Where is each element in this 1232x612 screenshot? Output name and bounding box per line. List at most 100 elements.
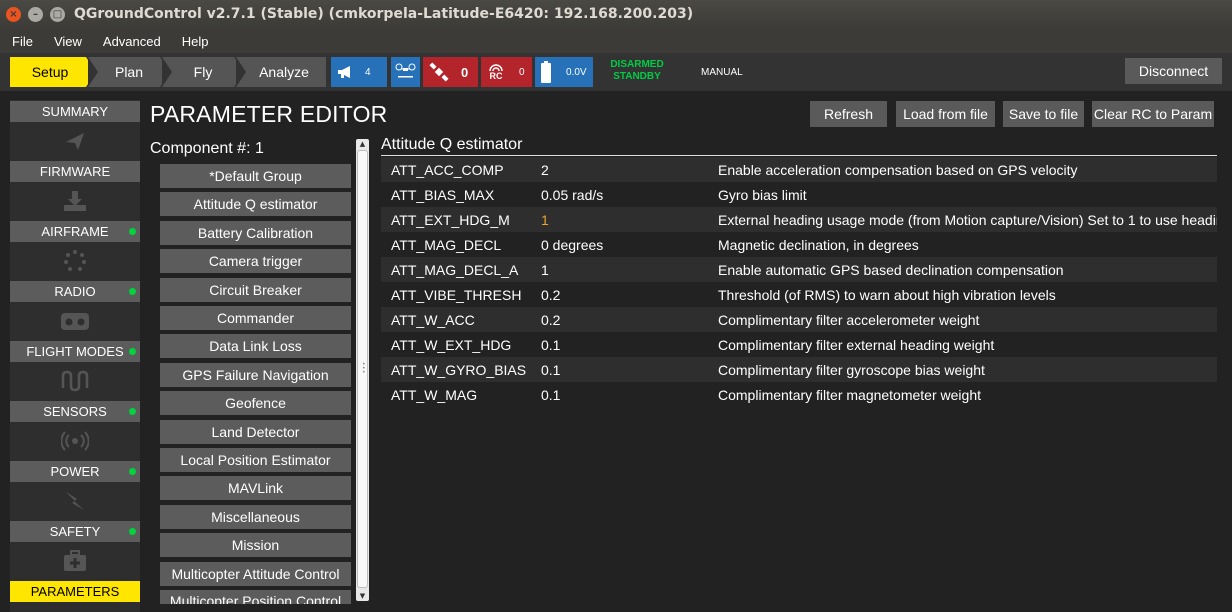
- group-land-detector[interactable]: Land Detector: [160, 420, 351, 444]
- battery-indicator[interactable]: 0.0V: [535, 57, 593, 87]
- table-row[interactable]: ATT_MAG_DECL_A 1 Enable automatic GPS ba…: [381, 257, 1217, 282]
- scroll-down-icon[interactable]: ▼: [356, 591, 369, 601]
- param-description: Complimentary filter magnetometer weight: [718, 387, 981, 403]
- table-row[interactable]: ATT_W_MAG 0.1 Complimentary filter magne…: [381, 382, 1217, 407]
- flight-mode-label[interactable]: MANUAL: [701, 67, 743, 78]
- param-value[interactable]: 0.1: [541, 362, 560, 378]
- menu-file[interactable]: File: [12, 34, 33, 49]
- param-description: Complimentary filter gyroscope bias weig…: [718, 362, 985, 378]
- group-miscellaneous[interactable]: Miscellaneous: [160, 505, 351, 529]
- sidebar-item-sensors[interactable]: SENSORS: [10, 401, 140, 422]
- sidebar-item-airframe[interactable]: AIRFRAME: [10, 221, 140, 242]
- menu-advanced[interactable]: Advanced: [103, 34, 161, 49]
- group-data-link-loss[interactable]: Data Link Loss: [160, 334, 351, 358]
- param-name: ATT_ACC_COMP: [391, 162, 504, 178]
- param-value[interactable]: 0.2: [541, 312, 560, 328]
- gps-count: 0: [461, 64, 469, 80]
- load-from-file-button[interactable]: Load from file: [896, 101, 995, 127]
- status-dot: [129, 288, 136, 295]
- sidebar-item-radio[interactable]: RADIO: [10, 281, 140, 302]
- param-description: Magnetic declination, in degrees: [718, 237, 919, 253]
- group-geofence[interactable]: Geofence: [160, 391, 351, 415]
- group-camera-trigger[interactable]: Camera trigger: [160, 249, 351, 273]
- menu-bar: File View Advanced Help: [0, 29, 1232, 53]
- param-name: ATT_EXT_HDG_M: [391, 212, 510, 228]
- table-row[interactable]: ATT_VIBE_THRESH 0.2 Threshold (of RMS) t…: [381, 282, 1217, 307]
- sidebar-item-firmware[interactable]: FIRMWARE: [10, 161, 140, 182]
- vehicle-state-label: STANDBY: [613, 71, 661, 82]
- nav-analyze-button[interactable]: Analyze: [236, 57, 326, 87]
- window-maximize-button[interactable]: □: [50, 7, 65, 22]
- clear-rc-to-param-button[interactable]: Clear RC to Param: [1092, 101, 1214, 127]
- group-title-divider: [381, 155, 1217, 156]
- window-title: QGroundControl v2.7.1 (Stable) (cmkorpel…: [74, 6, 694, 22]
- param-description: Gyro bias limit: [718, 187, 807, 203]
- param-value[interactable]: 1: [541, 212, 549, 228]
- param-description: Threshold (of RMS) to warn about high vi…: [718, 287, 1056, 303]
- arm-status-label: DISARMED: [610, 59, 664, 70]
- param-description: Complimentary filter accelerometer weigh…: [718, 312, 980, 328]
- status-dot: [129, 468, 136, 475]
- sidebar-item-summary[interactable]: SUMMARY: [10, 101, 140, 122]
- table-row[interactable]: ATT_EXT_HDG_M 1 External heading usage m…: [381, 207, 1217, 232]
- table-row[interactable]: ATT_BIAS_MAX 0.05 rad/s Gyro bias limit: [381, 182, 1217, 207]
- group-multicopter-attitude-control[interactable]: Multicopter Attitude Control: [160, 562, 351, 586]
- save-to-file-button[interactable]: Save to file: [1003, 101, 1084, 127]
- refresh-button[interactable]: Refresh: [810, 101, 887, 127]
- menu-view[interactable]: View: [54, 34, 82, 49]
- menu-help[interactable]: Help: [182, 34, 209, 49]
- nav-plan-button[interactable]: Plan: [88, 57, 170, 87]
- group-commander[interactable]: Commander: [160, 306, 351, 330]
- param-value[interactable]: 0.1: [541, 387, 560, 403]
- nav-setup-button[interactable]: Setup: [10, 57, 96, 87]
- group-attitude-q-estimator[interactable]: Attitude Q estimator: [160, 192, 351, 216]
- vehicle-indicator[interactable]: [391, 57, 420, 87]
- param-description: Enable acceleration compensation based o…: [718, 162, 1078, 178]
- messages-count: 4: [365, 66, 371, 78]
- table-row[interactable]: ATT_W_EXT_HDG 0.1 Complimentary filter e…: [381, 332, 1217, 357]
- status-dot: [129, 528, 136, 535]
- group-default[interactable]: *Default Group: [160, 164, 351, 188]
- first-aid-icon: [58, 544, 92, 578]
- group-mission[interactable]: Mission: [160, 533, 351, 557]
- param-description: Complimentary filter external heading we…: [718, 337, 995, 353]
- rc-indicator[interactable]: RC 0: [481, 57, 532, 87]
- main-toolbar: Setup Plan Fly Analyze 4 0 RC 0 0.0V DIS…: [0, 53, 1232, 91]
- sidebar-item-power[interactable]: POWER: [10, 461, 140, 482]
- param-value[interactable]: 0.1: [541, 337, 560, 353]
- param-value[interactable]: 0.05 rad/s: [541, 187, 603, 203]
- param-value[interactable]: 0 degrees: [541, 237, 603, 253]
- scroll-thumb[interactable]: • • •: [357, 150, 368, 588]
- table-row[interactable]: ATT_W_GYRO_BIAS 0.1 Complimentary filter…: [381, 357, 1217, 382]
- disconnect-button[interactable]: Disconnect: [1125, 58, 1222, 84]
- rc-icon: RC: [485, 63, 507, 81]
- group-multicopter-position-control[interactable]: Multicopter Position Control: [160, 590, 351, 604]
- sidebar-item-flight-modes[interactable]: FLIGHT MODES: [10, 341, 140, 362]
- messages-indicator[interactable]: 4: [331, 57, 387, 87]
- group-local-position-estimator[interactable]: Local Position Estimator: [160, 448, 351, 472]
- gps-indicator[interactable]: 0: [423, 57, 478, 87]
- table-row[interactable]: ATT_ACC_COMP 2 Enable acceleration compe…: [381, 157, 1217, 182]
- param-name: ATT_W_GYRO_BIAS: [391, 362, 527, 378]
- nav-fly-button[interactable]: Fly: [162, 57, 244, 87]
- param-value[interactable]: 0.2: [541, 287, 560, 303]
- group-mavlink[interactable]: MAVLink: [160, 476, 351, 500]
- table-row[interactable]: ATT_MAG_DECL 0 degrees Magnetic declinat…: [381, 232, 1217, 257]
- radio-icon: [58, 304, 92, 338]
- param-value[interactable]: 2: [541, 162, 549, 178]
- group-battery-calibration[interactable]: Battery Calibration: [160, 221, 351, 245]
- sidebar-item-label: RADIO: [54, 284, 96, 299]
- satellite-icon: [429, 62, 449, 82]
- param-value[interactable]: 1: [541, 262, 549, 278]
- status-dot: [129, 348, 136, 355]
- group-gps-failure-navigation[interactable]: GPS Failure Navigation: [160, 363, 351, 387]
- param-name: ATT_W_MAG: [391, 387, 478, 403]
- table-row[interactable]: ATT_W_ACC 0.2 Complimentary filter accel…: [381, 307, 1217, 332]
- sidebar-item-parameters[interactable]: PARAMETERS: [10, 581, 140, 602]
- window-close-button[interactable]: ×: [6, 7, 21, 22]
- window-minimize-button[interactable]: –: [28, 7, 43, 22]
- group-circuit-breaker[interactable]: Circuit Breaker: [160, 278, 351, 302]
- group-list-scrollbar[interactable]: ▲ • • • ▼: [356, 139, 369, 601]
- scroll-up-icon[interactable]: ▲: [356, 139, 369, 149]
- sidebar-item-safety[interactable]: SAFETY: [10, 521, 140, 542]
